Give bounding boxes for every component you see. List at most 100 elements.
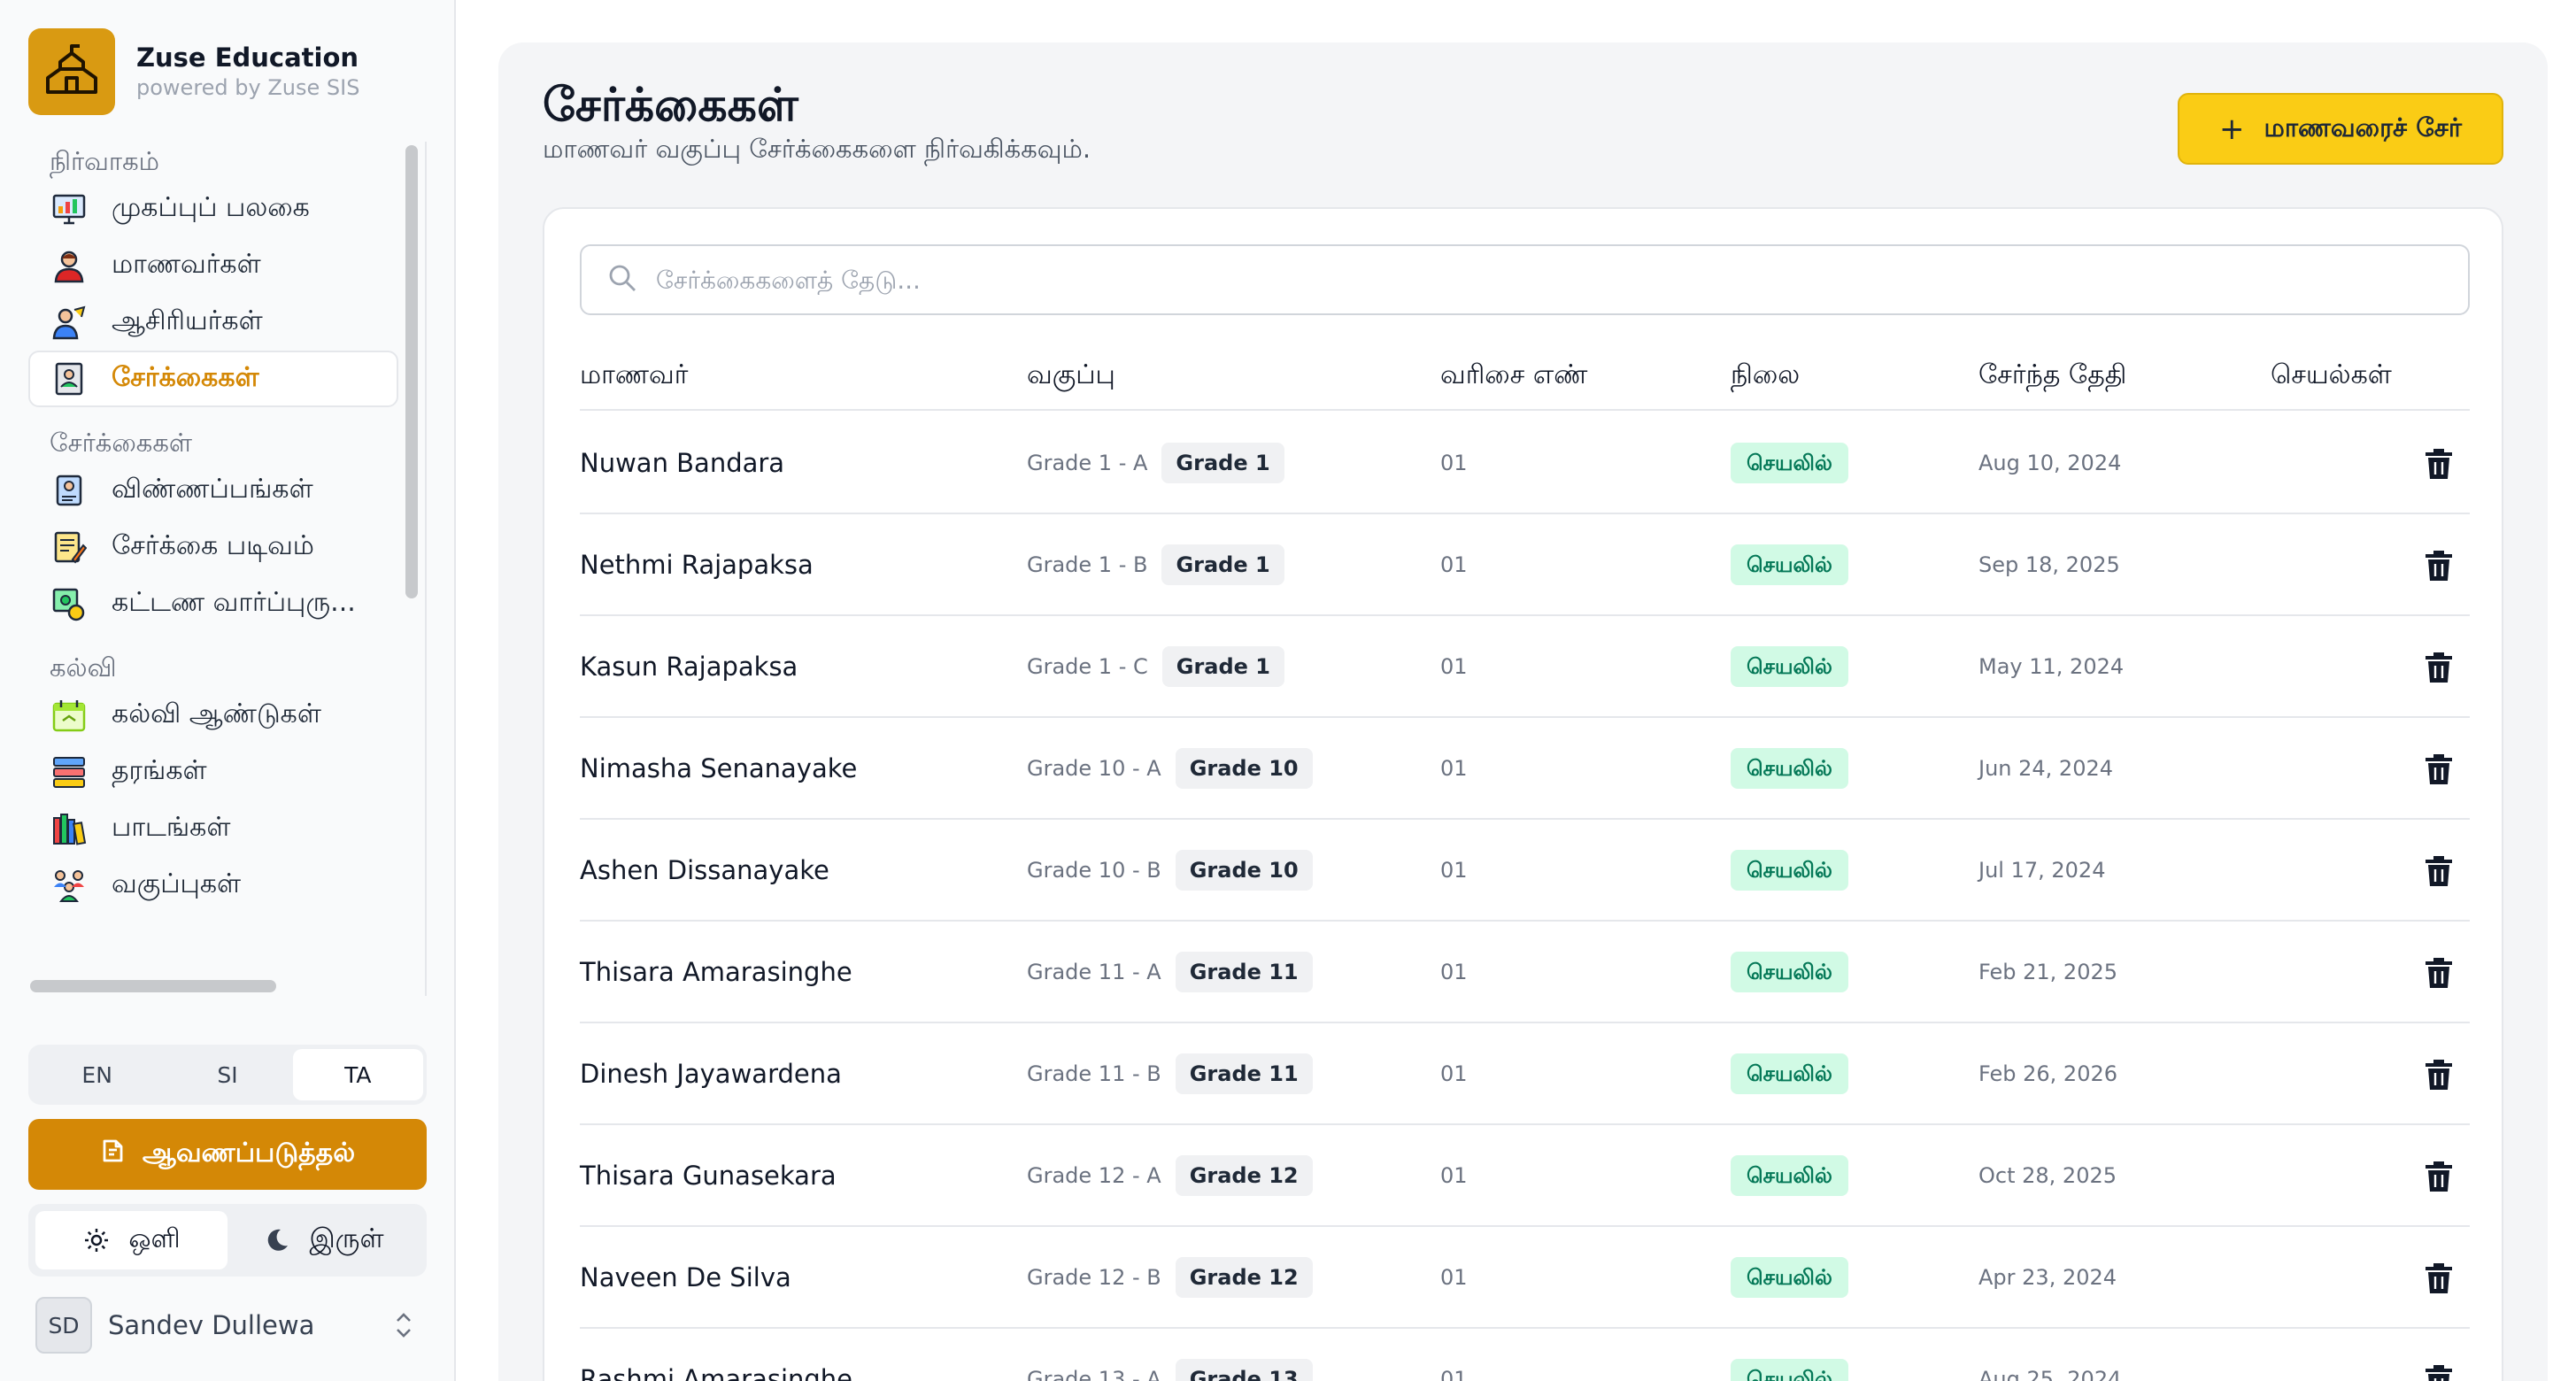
sidebar-item-dashboard[interactable]: முகப்புப் பலகை: [28, 181, 398, 237]
status-badge: செயலில்: [1731, 1154, 1848, 1196]
delete-button[interactable]: [2421, 514, 2456, 614]
chevron-up-down-icon: [391, 1308, 416, 1343]
sidebar-item-academic-years[interactable]: கல்வி ஆண்டுகள்: [28, 687, 398, 744]
table-row[interactable]: Ashen Dissanayake Grade 10 - B Grade 10 0…: [580, 820, 2470, 922]
trash-icon: [2421, 649, 2456, 684]
delete-button[interactable]: [2421, 1227, 2456, 1327]
delete-button[interactable]: [2421, 922, 2456, 1022]
sidebar-item-label: தரங்கள்: [112, 754, 207, 786]
documentation-button-label: ஆவணப்படுத்தல்: [142, 1137, 356, 1169]
class-cell: Grade 10 - A Grade 10: [1027, 718, 1313, 818]
sidebar-item-grades[interactable]: தரங்கள்: [28, 744, 398, 800]
delete-button[interactable]: [2421, 413, 2456, 513]
status-badge: செயலில்: [1731, 1358, 1848, 1381]
trash-icon: [2421, 1056, 2456, 1092]
add-student-button[interactable]: + மாணவரைச் சேர்: [2178, 93, 2503, 165]
class-name: Grade 1 - A: [1027, 450, 1148, 475]
class-name: Grade 13 - A: [1027, 1366, 1161, 1381]
class-cell: Grade 11 - B Grade 11: [1027, 1023, 1313, 1123]
class-name: Grade 10 - A: [1027, 755, 1161, 781]
status-cell: செயலில்: [1731, 413, 1848, 513]
delete-button[interactable]: [2421, 820, 2456, 920]
trash-icon: [2421, 1260, 2456, 1295]
sidebar-item-label: கல்வி ஆண்டுகள்: [112, 698, 321, 729]
school-logo-icon: [28, 28, 115, 115]
table-row[interactable]: Thisara Gunasekara Grade 12 - A Grade 12 …: [580, 1125, 2470, 1227]
brand[interactable]: Zuse Education powered by Zuse SIS: [28, 28, 359, 115]
grade-badge: Grade 10: [1175, 849, 1313, 891]
table-row[interactable]: Thisara Amarasinghe Grade 11 - A Grade 11…: [580, 922, 2470, 1023]
trash-icon: [2421, 1362, 2456, 1381]
table-row[interactable]: Nimasha Senanayake Grade 10 - A Grade 10 …: [580, 718, 2470, 820]
table-row[interactable]: Nethmi Rajapaksa Grade 1 - B Grade 1 01 ச…: [580, 514, 2470, 616]
student-name: Thisara Amarasinghe: [580, 956, 852, 987]
table-row[interactable]: Kasun Rajapaksa Grade 1 - C Grade 1 01 செ…: [580, 616, 2470, 718]
class-cell: Grade 12 - B Grade 12: [1027, 1227, 1313, 1327]
nav-vertical-scrollbar[interactable]: [405, 145, 418, 598]
column-header-roll: வரிசை எண்: [1440, 359, 1588, 390]
table-row[interactable]: Dinesh Jayawardena Grade 11 - B Grade 11 …: [580, 1023, 2470, 1125]
table-row[interactable]: Nuwan Bandara Grade 1 - A Grade 1 01 செயல…: [580, 413, 2470, 514]
class-name: Grade 11 - A: [1027, 959, 1161, 984]
main-content: சேர்க்கைகள் மாணவர் வகுப்பு சேர்க்கைகளை ந…: [498, 42, 2548, 1381]
joined-date: Jul 17, 2024: [1978, 857, 2106, 883]
add-student-button-label: மாணவரைச் சேர்: [2264, 112, 2463, 143]
student-name: Kasun Rajapaksa: [580, 651, 798, 682]
table-row[interactable]: Naveen De Silva Grade 12 - B Grade 12 01 …: [580, 1227, 2470, 1329]
delete-button[interactable]: [2421, 718, 2456, 818]
student-name: Thisara Gunasekara: [580, 1160, 837, 1191]
trash-icon: [2421, 751, 2456, 786]
status-cell: செயலில்: [1731, 820, 1848, 920]
documentation-button[interactable]: ஆவணப்படுத்தல்: [28, 1119, 427, 1190]
sidebar-item-applications[interactable]: விண்ணப்பங்கள்: [28, 462, 398, 519]
search-input[interactable]: [656, 265, 2338, 295]
sidebar-item-label: சேர்க்கை படிவம்: [112, 529, 314, 561]
status-cell: செயலில்: [1731, 1023, 1848, 1123]
theme-dark-button[interactable]: இருள்: [228, 1211, 420, 1269]
delete-button[interactable]: [2421, 616, 2456, 716]
student-name: Dinesh Jayawardena: [580, 1058, 842, 1089]
sidebar-item-subjects[interactable]: பாடங்கள்: [28, 800, 398, 857]
grade-badge: Grade 10: [1175, 747, 1313, 789]
trash-icon: [2421, 445, 2456, 481]
language-option-si[interactable]: SI: [162, 1049, 292, 1100]
roll-number: 01: [1440, 1061, 1468, 1086]
sidebar-item-label: ஆசிரியர்கள்: [112, 305, 263, 336]
delete-button[interactable]: [2421, 1329, 2456, 1381]
user-menu[interactable]: SD Sandev Dullewa: [35, 1297, 416, 1354]
delete-button[interactable]: [2421, 1125, 2456, 1225]
grades-icon: [51, 754, 87, 790]
fee-template-icon: [51, 586, 87, 621]
delete-button[interactable]: [2421, 1023, 2456, 1123]
status-badge: செயலில்: [1731, 951, 1848, 992]
sidebar-item-students[interactable]: மாணவர்கள்: [28, 237, 398, 294]
sidebar-item-classes[interactable]: வகுப்புகள்: [28, 857, 398, 914]
roll-number: 01: [1440, 1162, 1468, 1188]
sidebar-item-enrollments[interactable]: சேர்க்கைகள்: [28, 351, 398, 407]
table-row[interactable]: Rashmi Amarasinghe Grade 13 - A Grade 13 …: [580, 1329, 2470, 1381]
table-header: மாணவர் வகுப்பு வரிசை எண் நிலை சேர்ந்த தே…: [580, 340, 2470, 411]
status-cell: செயலில்: [1731, 514, 1848, 614]
student-name: Nimasha Senanayake: [580, 752, 858, 783]
student-name: Naveen De Silva: [580, 1261, 791, 1292]
trash-icon: [2421, 1158, 2456, 1193]
grade-badge: Grade 12: [1175, 1154, 1313, 1196]
sidebar-item-label: முகப்புப் பலகை: [112, 191, 310, 223]
joined-date: Aug 10, 2024: [1978, 450, 2122, 475]
status-badge: செயலில்: [1731, 1053, 1848, 1094]
sidebar-item-admission-form[interactable]: சேர்க்கை படிவம்: [28, 519, 398, 575]
theme-light-button[interactable]: ஒளி: [35, 1211, 228, 1269]
trash-icon: [2421, 547, 2456, 582]
status-cell: செயலில்: [1731, 922, 1848, 1022]
sidebar-item-teachers[interactable]: ஆசிரியர்கள்: [28, 294, 398, 351]
column-header-class: வகுப்பு: [1027, 359, 1115, 390]
joined-date: Jun 24, 2024: [1978, 755, 2114, 781]
enrollments-card: மாணவர் வகுப்பு வரிசை எண் நிலை சேர்ந்த தே…: [543, 207, 2503, 1381]
grade-badge: Grade 1: [1161, 544, 1284, 585]
language-option-en[interactable]: EN: [32, 1049, 162, 1100]
sidebar-item-fee-templates[interactable]: கட்டண வார்ப்புரு...: [28, 575, 398, 632]
language-option-ta[interactable]: TA: [292, 1049, 423, 1100]
nav-horizontal-scrollbar[interactable]: [30, 980, 276, 992]
search-icon: [606, 262, 638, 297]
theme-light-label: ஒளி: [128, 1223, 181, 1254]
